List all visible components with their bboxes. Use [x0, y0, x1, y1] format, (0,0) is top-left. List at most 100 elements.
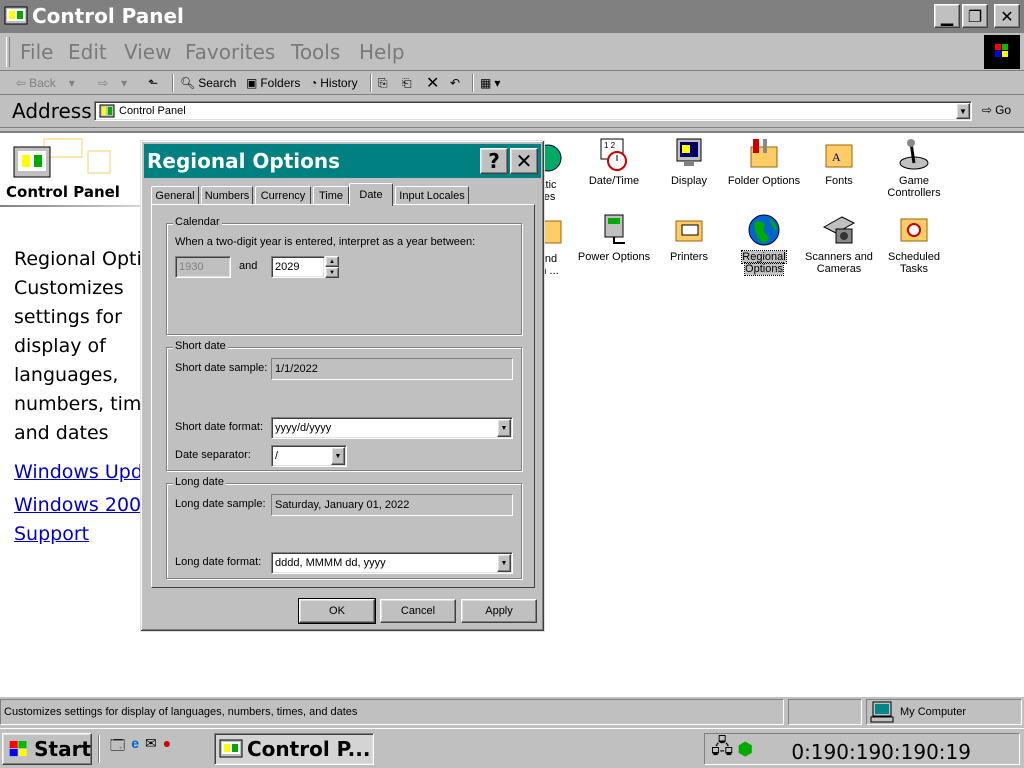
date-tab-panel: Calendar When a two-digit year is entere…	[151, 204, 535, 588]
history-button[interactable]: ◔ History	[310, 74, 358, 92]
folders-label: Folders	[260, 76, 301, 90]
close-icon: ✕	[1000, 6, 1014, 26]
tab-date[interactable]: Date	[349, 183, 393, 206]
up-folder-button[interactable]: ⬑	[148, 74, 158, 92]
cp-item-fonts[interactable]: A Fonts	[797, 137, 881, 187]
back-dropdown-icon[interactable]: ▾	[69, 76, 75, 90]
windows-flag-icon	[9, 741, 27, 757]
date-separator-combo[interactable]: / ▼	[271, 445, 347, 467]
go-button[interactable]: ⇨ Go	[982, 103, 1011, 117]
clock[interactable]: 0:190:190:190:19	[791, 740, 971, 764]
start-label: Start	[34, 737, 91, 761]
tab-input-locales[interactable]: Input Locales	[395, 186, 469, 205]
menu-view[interactable]: View	[124, 40, 171, 64]
cp-item-regional-options[interactable]: Regional Options	[722, 213, 806, 276]
address-value: Control Panel	[119, 105, 186, 117]
menu-help[interactable]: Help	[359, 40, 405, 64]
cp-item-label: Folder Options	[727, 175, 801, 187]
spin-up-icon[interactable]: ▲	[325, 256, 339, 267]
cp-item-display[interactable]: Display	[647, 137, 731, 187]
delete-button[interactable]: ✕	[426, 74, 439, 92]
windows-logo	[984, 35, 1020, 69]
chevron-down-icon[interactable]: ▼	[497, 419, 511, 437]
window-title: Control Panel	[32, 4, 184, 28]
short-date-format-label: Short date format:	[175, 421, 264, 433]
copy-to-icon: ⎗	[402, 75, 412, 90]
undo-icon: ↶	[450, 76, 461, 90]
window-titlebar: Control Panel ▁ ❐ ✕	[0, 0, 1024, 33]
back-button[interactable]: ⇦ Back ▾	[16, 74, 75, 92]
date-separator-value[interactable]: /	[275, 450, 278, 462]
menu-edit[interactable]: Edit	[68, 40, 107, 64]
cp-item-scanners-and-cameras[interactable]: Scanners and Cameras	[797, 213, 881, 275]
windows-update-tray-icon[interactable]: ⬢	[737, 739, 753, 760]
windows-2000-support-link-line2[interactable]: Support	[14, 523, 89, 545]
two-digit-year-description: When a two-digit year is entered, interp…	[175, 236, 476, 248]
cp-item-scheduled-tasks[interactable]: Scheduled Tasks	[872, 213, 956, 275]
undo-button[interactable]: ↶	[450, 74, 460, 92]
short-date-format-value[interactable]: yyyy/d/yyyy	[275, 422, 331, 434]
cp-item-date-time[interactable]: 1 2 Date/Time	[572, 137, 656, 187]
status-text: Customizes settings for display of langu…	[0, 699, 784, 725]
outlook-express-icon[interactable]: ✉︎	[145, 735, 157, 759]
menu-tools[interactable]: Tools	[291, 40, 340, 64]
search-button[interactable]: 🔍︎ Search	[180, 74, 236, 92]
year-to-field[interactable]: 2029	[271, 256, 325, 278]
menu-file[interactable]: File	[20, 40, 53, 64]
dialog-titlebar[interactable]: Regional Options ? ✕	[144, 144, 541, 178]
cp-item-game-controllers[interactable]: Game Controllers	[872, 137, 956, 199]
minimize-button[interactable]: ▁	[934, 4, 960, 28]
forward-button[interactable]: ⇨ ▾	[98, 74, 127, 92]
short-date-sample-value: 1/1/2022	[271, 358, 513, 380]
show-desktop-icon[interactable]: 🗔︎	[110, 735, 125, 759]
cp-item-label: Date/Time	[588, 175, 640, 187]
chevron-down-icon[interactable]: ▼	[497, 554, 511, 572]
internet-explorer-icon[interactable]: e	[131, 735, 139, 759]
folders-icon: ▣	[246, 76, 258, 90]
chevron-down-icon[interactable]: ▼	[331, 447, 345, 465]
help-button[interactable]: ?	[480, 148, 508, 174]
long-date-format-combo[interactable]: dddd, MMMM dd, yyyy ▼	[271, 552, 513, 574]
svg-text:1 2: 1 2	[604, 141, 616, 150]
restore-button[interactable]: ❐	[962, 4, 988, 28]
start-button[interactable]: Start	[2, 733, 92, 765]
long-date-sample-label: Long date sample:	[175, 498, 266, 510]
copy-to-button[interactable]: ⎗	[402, 74, 412, 92]
back-arrow-icon: ⇦	[16, 76, 27, 90]
zone-label: My Computer	[900, 706, 967, 718]
network-icon[interactable]: 🖧︎	[711, 732, 733, 766]
tab-time[interactable]: Time	[313, 186, 349, 205]
cancel-button[interactable]: Cancel	[380, 599, 456, 623]
tab-numbers[interactable]: Numbers	[201, 186, 253, 205]
address-dropdown-button[interactable]: ▼	[956, 103, 970, 119]
forward-dropdown-icon[interactable]: ▾	[121, 76, 127, 90]
folders-button[interactable]: ▣ Folders	[246, 74, 300, 92]
close-icon: ✕	[515, 149, 533, 173]
year-to-spinner[interactable]: ▲ ▼	[325, 256, 339, 278]
cp-item-power-options[interactable]: Power Options	[572, 213, 656, 263]
close-window-button[interactable]: ✕	[994, 4, 1020, 28]
apply-button[interactable]: Apply	[461, 599, 537, 623]
dialog-title: Regional Options	[147, 149, 341, 173]
short-date-format-combo[interactable]: yyyy/d/yyyy ▼	[271, 417, 513, 439]
windows-2000-support-link[interactable]: Windows 200	[14, 494, 141, 516]
my-computer-icon	[870, 701, 894, 723]
taskbar-control-panel-button[interactable]: Control P...	[214, 733, 374, 765]
ok-button[interactable]: OK	[298, 598, 376, 624]
cp-item-folder-options[interactable]: Folder Options	[722, 137, 806, 187]
date-separator-label: Date separator:	[175, 449, 251, 461]
cp-item-printers[interactable]: Printers	[647, 213, 731, 263]
menu-favorites[interactable]: Favorites	[185, 40, 275, 64]
status-bar: Customizes settings for display of langu…	[0, 697, 1024, 727]
views-button[interactable]: ▦ ▾	[480, 74, 500, 92]
address-field[interactable]: Control Panel ▼	[94, 101, 972, 121]
long-date-format-value[interactable]: dddd, MMMM dd, yyyy	[275, 557, 386, 569]
media-player-icon[interactable]: ●	[163, 735, 171, 759]
dialog-close-button[interactable]: ✕	[510, 148, 538, 174]
tab-currency[interactable]: Currency	[255, 186, 311, 205]
windows-update-link[interactable]: Windows Upd	[14, 461, 143, 483]
tab-general[interactable]: General	[151, 186, 199, 205]
menu-grip[interactable]	[6, 37, 10, 67]
move-to-button[interactable]: ⎘	[378, 74, 388, 92]
spin-down-icon[interactable]: ▼	[325, 267, 339, 278]
